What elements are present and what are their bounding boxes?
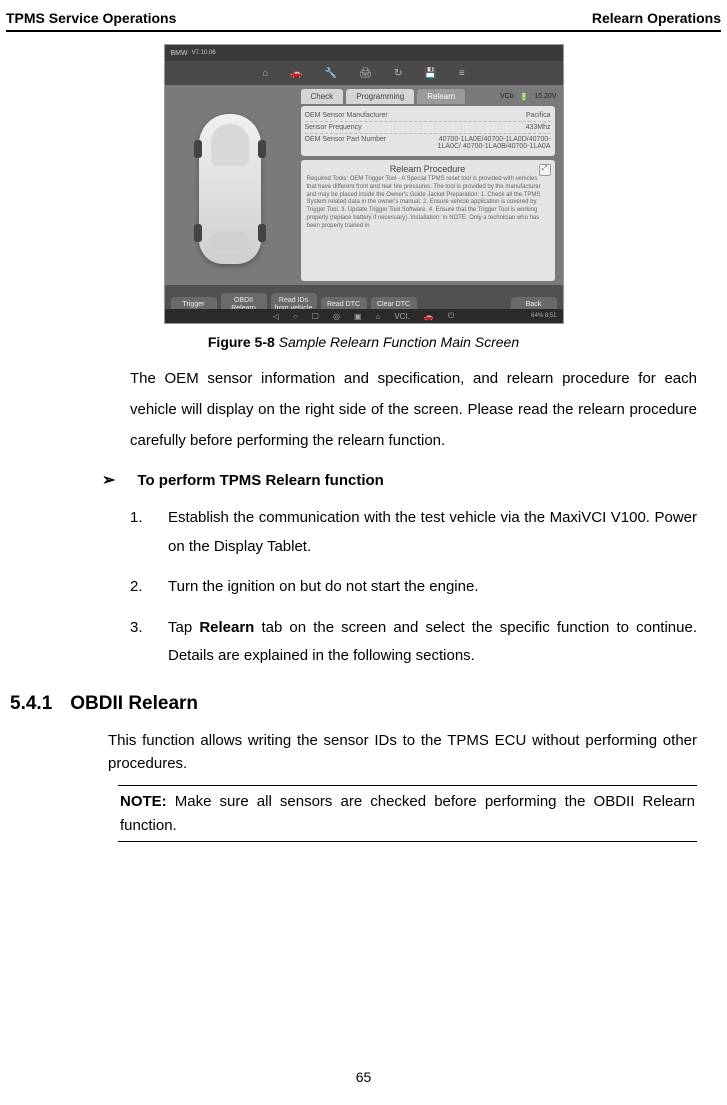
vci-label: VCb <box>500 93 514 100</box>
ordered-list: 1. Establish the communication with the … <box>130 504 697 671</box>
partnum-value: 40700-1LA0E/40700-1LA0D/40700-1LA0C/ 407… <box>421 136 551 150</box>
note-label: NOTE: <box>120 793 167 810</box>
manufacturer-label: OEM Sensor Manufacturer <box>305 112 388 119</box>
header-left: TPMS Service Operations <box>6 10 176 26</box>
nav-car-icon[interactable]: 🚗 <box>424 312 434 321</box>
table-row: OEM Sensor Part Number 40700-1LA0E/40700… <box>305 134 551 152</box>
section-title: OBDII Relearn <box>70 693 198 715</box>
frequency-label: Sensor Frequency <box>305 124 362 131</box>
relearn-procedure-panel: ⤢ Relearn Procedure Required Tools: OEM … <box>301 160 555 281</box>
table-row: OEM Sensor Manufacturer Pacifica <box>305 110 551 122</box>
relearn-bold: Relearn <box>199 619 254 636</box>
figure-title: Sample Relearn Function Main Screen <box>275 334 519 350</box>
wheel-rear-right-icon[interactable] <box>258 224 266 242</box>
screenshot-body: Check Programming Relearn VCb 🔋 15.20V O… <box>165 85 563 285</box>
nav-power-icon[interactable]: ⏻ <box>448 311 454 321</box>
wheel-front-right-icon[interactable] <box>258 140 266 158</box>
perform-heading: To perform TPMS Relearn function <box>137 472 383 489</box>
car-icon[interactable]: 🚗 <box>290 68 302 79</box>
battery-icon: 🔋 <box>520 93 529 101</box>
save-icon[interactable]: 💾 <box>424 68 436 79</box>
print-icon[interactable]: 🖨 <box>359 68 372 79</box>
refresh-icon[interactable]: ↻ <box>394 68 402 79</box>
version-label: V7.10.06 <box>192 50 216 56</box>
page-number: 65 <box>0 1069 727 1085</box>
procedure-title: Relearn Procedure <box>307 164 549 174</box>
partnum-label: OEM Sensor Part Number <box>305 136 387 150</box>
nav-recent-icon[interactable]: ☐ <box>312 312 319 321</box>
arrow-icon: ➢ <box>102 470 115 490</box>
procedure-body: Required Tools: OEM Trigger Tool - A Spe… <box>307 176 549 231</box>
section-paragraph: This function allows writing the sensor … <box>0 729 727 776</box>
nav-camera-icon[interactable]: ◎ <box>333 312 340 321</box>
vci-voltage: 15.20V <box>534 93 556 100</box>
step-text: Turn the ignition on but do not start th… <box>168 573 479 602</box>
tab-relearn[interactable]: Relearn <box>417 89 465 104</box>
note-body: Make sure all sensors are checked before… <box>120 793 695 833</box>
expand-icon[interactable]: ⤢ <box>539 164 551 176</box>
nav-screenshot-icon[interactable]: ▣ <box>354 312 362 321</box>
list-item: 2. Turn the ignition on but do not start… <box>130 573 697 602</box>
figure-label: Figure 5-8 <box>208 334 275 350</box>
nav-vci-icon[interactable]: VCI. <box>394 312 410 321</box>
paragraph: The OEM sensor information and specifica… <box>130 364 697 456</box>
nav-home-icon[interactable]: ○ <box>293 312 298 321</box>
frequency-value: 433Mhz <box>526 124 551 131</box>
wheel-rear-left-icon[interactable] <box>194 224 202 242</box>
tab-bar: Check Programming Relearn VCb 🔋 15.20V <box>301 89 557 104</box>
vci-status: VCb 🔋 15.20V <box>500 89 557 104</box>
list-icon[interactable]: ≡ <box>459 68 465 79</box>
step-3-pre: Tap <box>168 619 199 636</box>
figure-caption: Figure 5-8 Sample Relearn Function Main … <box>0 334 727 350</box>
home-icon[interactable]: ⌂ <box>262 68 268 79</box>
wheel-front-left-icon[interactable] <box>194 140 202 158</box>
list-item: 3. Tap Relearn tab on the screen and sel… <box>130 614 697 671</box>
system-navbar: ◁ ○ ☐ ◎ ▣ ⌂ VCI. 🚗 ⏻ 64% 8:51 <box>165 309 563 323</box>
perform-heading-row: ➢ To perform TPMS Relearn function <box>102 470 697 490</box>
nav-back-icon[interactable]: ◁ <box>273 312 279 321</box>
embedded-screenshot: BMW V7.10.06 ⌂ 🚗 🔧 🖨 ↻ 💾 ≡ Check Program… <box>164 44 564 324</box>
step-text: Establish the communication with the tes… <box>168 504 697 561</box>
header-divider <box>6 30 721 32</box>
list-number: 1. <box>130 504 148 561</box>
brand-label: BMW <box>171 50 188 57</box>
manufacturer-value: Pacifica <box>526 112 551 119</box>
table-row: Sensor Frequency 433Mhz <box>305 122 551 134</box>
car-diagram <box>199 114 261 264</box>
list-item: 1. Establish the communication with the … <box>130 504 697 561</box>
header-right: Relearn Operations <box>592 10 721 26</box>
app-statusbar: BMW V7.10.06 <box>165 45 563 61</box>
nav-time: 64% 8:51 <box>531 313 556 319</box>
list-number: 3. <box>130 614 148 671</box>
section-heading: 5.4.1 OBDII Relearn <box>10 693 727 715</box>
content-block: The OEM sensor information and specifica… <box>0 364 727 671</box>
nav-house-icon[interactable]: ⌂ <box>376 312 381 321</box>
step-text: Tap Relearn tab on the screen and select… <box>168 614 697 671</box>
page-header: TPMS Service Operations Relearn Operatio… <box>0 0 727 28</box>
car-diagram-panel <box>165 85 295 285</box>
sensor-info-table: OEM Sensor Manufacturer Pacifica Sensor … <box>301 106 555 156</box>
top-icon-bar: ⌂ 🚗 🔧 🖨 ↻ 💾 ≡ <box>165 61 563 85</box>
section-number: 5.4.1 <box>10 693 52 715</box>
tab-check[interactable]: Check <box>301 89 344 104</box>
right-panel: Check Programming Relearn VCb 🔋 15.20V O… <box>295 85 563 285</box>
list-number: 2. <box>130 573 148 602</box>
tab-programming[interactable]: Programming <box>346 89 414 104</box>
note-box: NOTE: Make sure all sensors are checked … <box>118 785 697 842</box>
tool-icon[interactable]: 🔧 <box>325 68 337 79</box>
